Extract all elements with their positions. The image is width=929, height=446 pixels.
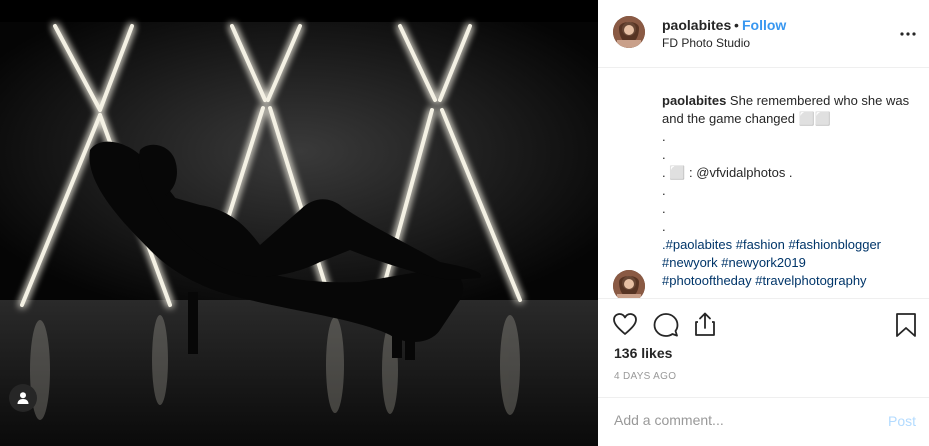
- avatar[interactable]: [613, 16, 645, 48]
- heart-icon[interactable]: [612, 312, 638, 341]
- post-caption: paolabites She remembered who she was an…: [662, 92, 914, 290]
- caption-hashtags[interactable]: #newyork #newyork2019: [662, 254, 914, 272]
- post-timestamp[interactable]: 4 DAYS AGO: [614, 371, 676, 382]
- comment-icon[interactable]: [653, 312, 679, 343]
- more-options-icon[interactable]: [898, 24, 918, 44]
- user-tag-icon[interactable]: [9, 384, 37, 412]
- comment-input[interactable]: [614, 412, 864, 428]
- separator-dot: •: [734, 17, 739, 33]
- caption-line: .: [662, 183, 666, 198]
- avatar-image: [613, 16, 645, 48]
- username-link[interactable]: paolabites: [662, 17, 731, 33]
- caption-hashtags[interactable]: #photooftheday #travelphotography: [662, 272, 914, 290]
- bookmark-icon[interactable]: [895, 312, 917, 343]
- person-icon: [17, 392, 29, 404]
- post-details-panel: paolabites • Follow FD Photo Studio paol…: [598, 0, 929, 446]
- add-comment-section: Post: [598, 397, 929, 446]
- post-comment-button[interactable]: Post: [888, 413, 916, 429]
- like-count[interactable]: 136 likes: [614, 345, 672, 361]
- caption-line: .: [662, 129, 666, 144]
- caption-line: .: [662, 219, 666, 234]
- post-photo[interactable]: [0, 0, 598, 446]
- follow-button[interactable]: Follow: [742, 17, 786, 33]
- location-link[interactable]: FD Photo Studio: [662, 36, 750, 50]
- action-bar: 136 likes 4 DAYS AGO: [598, 298, 929, 398]
- post-header: paolabites • Follow FD Photo Studio: [598, 0, 929, 68]
- caption-line: .: [662, 147, 666, 162]
- caption-credit[interactable]: . ⬜ : @vfvidalphotos .: [662, 164, 914, 182]
- caption-hashtags[interactable]: .#paolabites #fashion #fashionblogger: [662, 236, 914, 254]
- photo-image: [0, 0, 598, 446]
- caption-username[interactable]: paolabites: [662, 93, 726, 108]
- share-icon[interactable]: [693, 311, 717, 342]
- caption-line: .: [662, 201, 666, 216]
